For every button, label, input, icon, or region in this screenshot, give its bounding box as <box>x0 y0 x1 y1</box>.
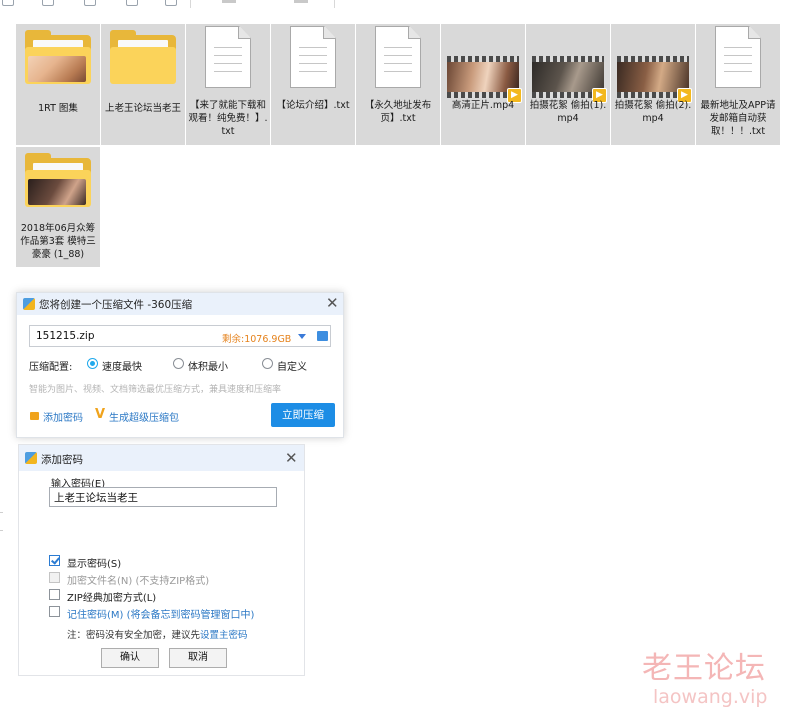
video-file-icon: ▶ <box>617 56 692 103</box>
file-name: 【永久地址发布页】.txt <box>364 100 432 124</box>
cancel-button[interactable]: 取消 <box>169 648 227 668</box>
toolbar-divider <box>334 0 335 8</box>
file-tile[interactable]: 上老王论坛当老王 <box>101 24 185 145</box>
toolbar-strip <box>0 0 800 8</box>
compress-dialog: 您将创建一个压缩文件 -360压缩 ✕ 151215.zip 剩余:1076.9… <box>16 292 344 438</box>
window-edge <box>0 530 3 531</box>
archive-name-input[interactable]: 151215.zip 剩余:1076.9GB <box>29 325 331 347</box>
encrypt-filenames-label: 加密文件名(N) (不支持ZIP格式) <box>67 576 210 587</box>
video-file-icon: ▶ <box>532 56 607 103</box>
dialog-title: 您将创建一个压缩文件 -360压缩 <box>39 299 193 311</box>
cut-icon[interactable] <box>42 0 54 6</box>
chevron-down-icon[interactable] <box>298 334 306 339</box>
dialog-header: 您将创建一个压缩文件 -360压缩 ✕ <box>17 293 343 315</box>
folder-icon <box>110 30 176 84</box>
file-name: 高清正片.mp4 <box>451 100 515 111</box>
file-tile[interactable]: ▶ 拍摄花絮 偷拍(2).mp4 <box>611 24 695 145</box>
zip-classic-checkbox[interactable] <box>49 589 60 600</box>
dialog-title: 添加密码 <box>41 454 83 466</box>
file-tile[interactable]: 【论坛介绍】.txt <box>271 24 355 145</box>
close-icon[interactable]: ✕ <box>326 296 339 311</box>
compression-hint: 智能为图片、视频、文档筛选最优压缩方式，兼具速度和压缩率 <box>29 385 282 395</box>
remember-password-label[interactable]: 记住密码(M) (将会备忘到密码管理窗口中) <box>67 606 254 621</box>
archive-name-value: 151215.zip <box>36 330 95 342</box>
share-icon[interactable] <box>84 0 96 6</box>
encrypt-filenames-checkbox[interactable] <box>49 572 60 583</box>
file-tile[interactable]: 最新地址及APP请发邮箱自动获取！！！.txt <box>696 24 780 145</box>
close-icon[interactable]: ✕ <box>285 451 298 466</box>
note-text: 注：密码没有安全加密，建议先 <box>67 630 201 641</box>
file-tile[interactable]: 【来了就能下载和观看！纯免费！】.txt <box>186 24 270 145</box>
radio-custom[interactable] <box>262 358 273 369</box>
app-icon <box>23 298 35 310</box>
file-tile[interactable]: ▶ 拍摄花絮 偷拍(1).mp4 <box>526 24 610 145</box>
config-label: 压缩配置: <box>29 362 73 373</box>
file-tile[interactable]: 1RT 图集 <box>16 24 100 145</box>
file-name: 【来了就能下载和观看！纯免费！】.txt <box>188 100 268 137</box>
password-dialog: 添加密码 ✕ 输入密码(E) 显示密码(S) 加密文件名(N) (不支持ZIP格… <box>18 444 305 676</box>
radio-custom-label[interactable]: 自定义 <box>277 358 307 373</box>
file-name: 拍摄花絮 偷拍(1).mp4 <box>529 100 607 124</box>
dialog-header: 添加密码 ✕ <box>19 445 304 471</box>
file-name: 上老王论坛当老王 <box>104 103 181 114</box>
watermark-url: laowang.vip <box>653 686 768 708</box>
file-name: 2018年06月众筹作品第3套 模特三 豪豪 (1_88) <box>20 223 96 260</box>
text-file-icon <box>290 26 336 88</box>
text-file-icon <box>375 26 421 88</box>
sort-icon[interactable] <box>222 0 236 3</box>
file-name: 1RT 图集 <box>38 103 78 114</box>
radio-smallest-label[interactable]: 体积最小 <box>188 358 228 373</box>
zip-classic-label[interactable]: ZIP经典加密方式(L) <box>67 589 156 604</box>
window-edge <box>0 512 3 513</box>
text-file-icon <box>205 26 251 88</box>
super-package-link[interactable]: 生成超级压缩包 <box>109 409 179 424</box>
show-password-label[interactable]: 显示密码(S) <box>67 555 121 570</box>
show-password-checkbox[interactable] <box>49 555 60 566</box>
video-file-icon: ▶ <box>447 56 522 103</box>
set-master-password-link[interactable]: 设置主密码 <box>200 630 248 641</box>
free-space-text: 剩余:1076.9GB <box>222 334 292 345</box>
file-tile[interactable]: ▶ 高清正片.mp4 <box>441 24 525 145</box>
file-name: 最新地址及APP请发邮箱自动获取！！！.txt <box>700 100 776 137</box>
copy-icon[interactable] <box>126 0 138 6</box>
text-file-icon <box>715 26 761 88</box>
security-note: 注：密码没有安全加密，建议先设置主密码 <box>67 627 248 641</box>
add-password-link[interactable]: 添加密码 <box>43 409 83 424</box>
password-input[interactable] <box>49 487 277 507</box>
radio-fastest-label[interactable]: 速度最快 <box>102 358 142 373</box>
remember-password-checkbox[interactable] <box>49 606 60 617</box>
compress-now-button[interactable]: 立即压缩 <box>271 403 335 427</box>
back-icon[interactable] <box>2 0 14 6</box>
file-name: 拍摄花絮 偷拍(2).mp4 <box>614 100 692 124</box>
browse-folder-icon[interactable] <box>317 331 328 341</box>
radio-smallest[interactable] <box>173 358 184 369</box>
ok-button[interactable]: 确认 <box>101 648 159 668</box>
app-icon <box>25 452 37 464</box>
file-tile[interactable]: 【永久地址发布页】.txt <box>356 24 440 145</box>
file-tile[interactable]: 2018年06月众筹作品第3套 模特三 豪豪 (1_88) <box>16 147 100 267</box>
folder-icon <box>25 153 91 207</box>
watermark-title: 老王论坛 <box>642 651 766 686</box>
lock-icon <box>30 412 39 420</box>
delete-icon[interactable] <box>165 0 177 6</box>
view-icon[interactable] <box>294 0 308 3</box>
file-name: 【论坛介绍】.txt <box>276 100 350 111</box>
radio-fastest[interactable] <box>87 358 98 369</box>
vip-icon: V <box>95 407 106 422</box>
folder-icon <box>25 30 91 84</box>
toolbar-divider <box>190 0 191 8</box>
